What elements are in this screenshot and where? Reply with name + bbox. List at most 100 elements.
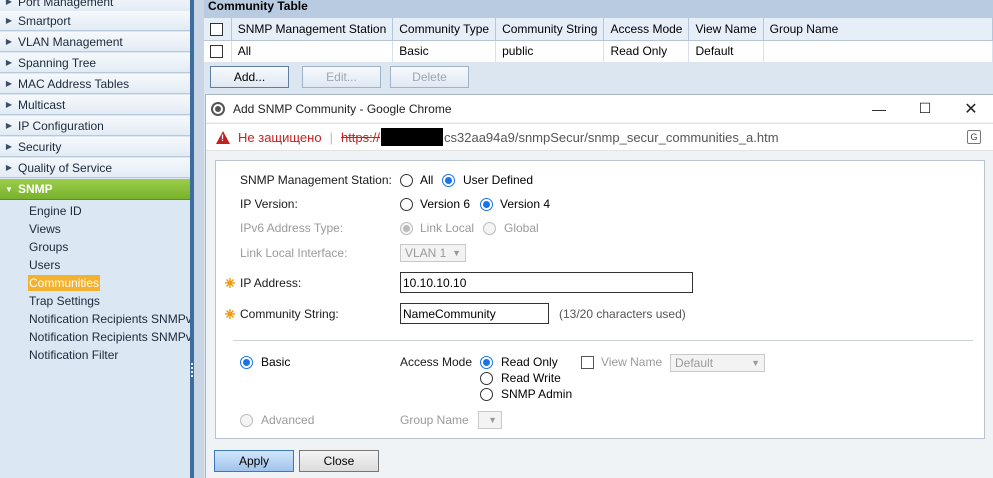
not-secure-label[interactable]: Не защищено [238,130,322,145]
nav-sub-communities[interactable]: Communities [28,275,101,291]
ip-version-6-radio[interactable] [400,198,413,211]
add-community-window: Add SNMP Community - Google Chrome — ☐ ✕… [205,94,993,478]
required-star-icon [225,309,235,319]
add-community-form: SNMP Management Station: All User Define… [215,160,985,439]
station-label: SNMP Management Station: [240,173,392,187]
basic-radio[interactable] [240,356,253,369]
nav-item-label: Spanning Tree [18,55,97,70]
nav-sub-notification-recipients-v3[interactable]: Notification Recipients SNMPv [28,329,190,345]
nav-item-vlan-management[interactable]: ▶ VLAN Management [0,32,190,52]
address-bar[interactable]: Не защищено | https:// cs32aa94a9/snmpSe… [206,123,993,151]
close-button[interactable]: Close [299,450,379,472]
address-separator: | [329,129,333,145]
section-divider [233,340,973,341]
table-header-row: SNMP Management Station Community Type C… [204,18,993,41]
table-row[interactable]: All Basic public Read Only Default [204,40,993,62]
nav-sub-users[interactable]: Users [28,257,61,273]
advanced-label[interactable]: Advanced [261,413,314,427]
nav-item-ip-configuration[interactable]: ▶ IP Configuration [0,116,190,136]
nav-sub-views[interactable]: Views [28,221,62,237]
view-name-label[interactable]: View Name [601,355,662,369]
community-string-label: Community String: [240,307,339,321]
nav-item-label: Port Management [18,0,114,9]
nav-item-label: Security [18,139,62,154]
collapse-arrow-icon: ▼ [5,184,13,194]
ip-version-6-label[interactable]: Version 6 [420,197,470,211]
community-string-input[interactable] [400,303,549,324]
column-header: Group Name [763,18,993,41]
column-header: View Name [688,18,764,41]
ipv6-type-label: IPv6 Address Type: [240,221,344,235]
ip-version-4-label[interactable]: Version 4 [500,197,550,211]
ipv6-global-radio [483,222,496,235]
nav-item-snmp[interactable]: ▼ SNMP [0,179,190,200]
nav-item-label: IP Configuration [18,118,104,133]
add-button[interactable]: Add... [210,66,289,88]
nav-item-smartport[interactable]: ▶ Smartport [0,11,190,31]
advanced-radio[interactable] [240,414,253,427]
url-scheme[interactable]: https:// [341,130,380,145]
station-user-defined-label[interactable]: User Defined [463,173,533,187]
ip-address-label: IP Address: [240,276,302,290]
view-name-select: Default ▼ [670,354,765,372]
edit-button: Edit... [302,66,381,88]
nav-sub-groups[interactable]: Groups [28,239,69,255]
nav-item-spanning-tree[interactable]: ▶ Spanning Tree [0,53,190,73]
nav-sub-notification-filter[interactable]: Notification Filter [28,347,119,363]
basic-label[interactable]: Basic [261,355,290,369]
nav-item-label: SNMP [18,182,53,196]
nav-item-multicast[interactable]: ▶ Multicast [0,95,190,115]
link-local-interface-label: Link Local Interface: [240,246,348,260]
splitter-grip-icon[interactable] [191,363,193,379]
row-select-cell[interactable] [204,40,232,62]
translate-icon[interactable]: G [967,130,981,144]
station-all-radio[interactable] [400,174,413,187]
station-user-defined-radio[interactable] [442,174,455,187]
minimize-icon[interactable]: — [856,95,902,122]
table-title: Community Table [204,0,993,18]
station-all-label[interactable]: All [420,173,433,187]
column-header: Community Type [392,18,497,41]
nav-sub-notification-recipients-v1[interactable]: Notification Recipients SNMPv [28,311,190,327]
row-checkbox[interactable] [210,45,223,59]
ip-version-4-radio[interactable] [480,198,493,211]
column-header: Community String [495,18,605,41]
snmp-admin-label[interactable]: SNMP Admin [501,387,572,401]
nav-item-mac-address-tables[interactable]: ▶ MAC Address Tables [0,74,190,94]
link-local-interface-value: VLAN 1 [405,246,447,260]
nav-sub-engine-id[interactable]: Engine ID [28,203,83,219]
column-header: Access Mode [603,18,690,41]
select-all-cell[interactable] [204,18,232,41]
nav-item-label: Smartport [18,13,71,28]
apply-button[interactable]: Apply [214,450,294,472]
snmp-admin-radio[interactable] [480,388,493,401]
expand-arrow-icon: ▶ [5,16,13,25]
chevron-down-icon: ▼ [751,358,760,368]
close-window-icon[interactable]: ✕ [948,95,993,122]
read-write-label[interactable]: Read Write [501,371,561,385]
nav-item-security[interactable]: ▶ Security [0,137,190,157]
chevron-down-icon: ▼ [488,415,497,425]
ip-version-label: IP Version: [240,197,298,211]
maximize-icon[interactable]: ☐ [902,95,948,122]
ip-address-input[interactable] [400,272,693,293]
nav-item-label: MAC Address Tables [18,76,130,91]
view-name-checkbox[interactable] [581,356,594,369]
select-all-checkbox[interactable] [210,22,223,36]
window-title: Add SNMP Community - Google Chrome [233,101,452,116]
expand-arrow-icon: ▶ [5,121,13,130]
link-local-interface-select: VLAN 1 ▼ [400,244,466,262]
read-only-radio[interactable] [480,356,493,369]
warning-icon[interactable] [216,130,230,144]
group-name-select: ▼ [478,411,502,429]
url-path[interactable]: cs32aa94a9/snmpSecur/snmp_secur_communit… [444,130,779,145]
nav-item-quality-of-service[interactable]: ▶ Quality of Service [0,158,190,178]
expand-arrow-icon: ▶ [5,0,13,6]
read-write-radio[interactable] [480,372,493,385]
nav-sub-trap-settings[interactable]: Trap Settings [28,293,101,309]
expand-arrow-icon: ▶ [5,142,13,151]
read-only-label[interactable]: Read Only [501,355,558,369]
access-mode-label: Access Mode [400,355,473,369]
cell-access: Read Only [603,40,690,62]
window-titlebar[interactable]: Add SNMP Community - Google Chrome — ☐ ✕ [206,95,993,122]
